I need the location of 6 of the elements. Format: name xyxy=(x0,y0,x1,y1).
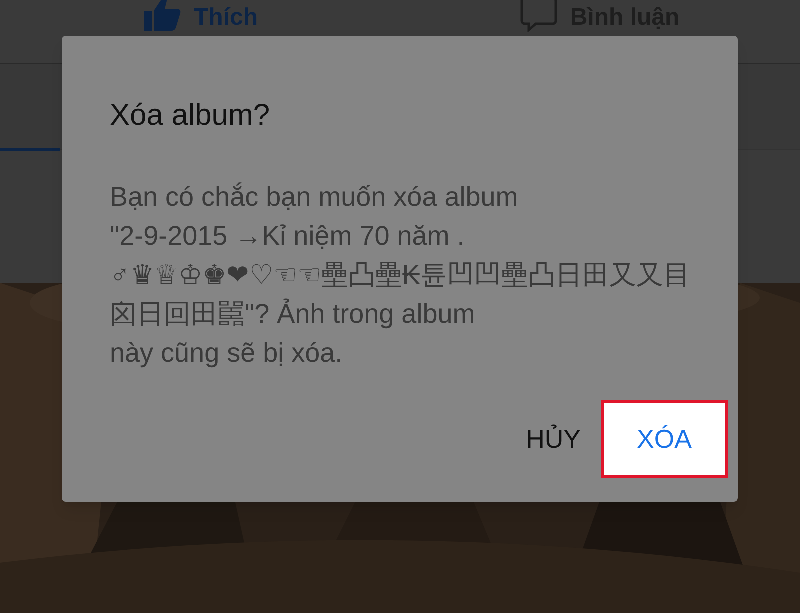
tab-indicator xyxy=(0,148,60,151)
dialog-button[interactable]: HỦY xyxy=(524,400,583,478)
dialog-message: Bạn có chắc bạn muốn xóa album "2-9-2015 →Kỉ niệm 70 năm . ♂♛♕♔♚❤♡☜☜壘凸壘₭튠凹凹壘凸日田又又目囟日回田嚚"? Ảnh trong album này cũng sẽ bị xóa. xyxy=(110,181,692,370)
thumbs-up-icon xyxy=(142,0,182,32)
dialog-button[interactable]: XÓA xyxy=(601,400,728,478)
dialog-title: Xóa album? xyxy=(110,98,272,134)
